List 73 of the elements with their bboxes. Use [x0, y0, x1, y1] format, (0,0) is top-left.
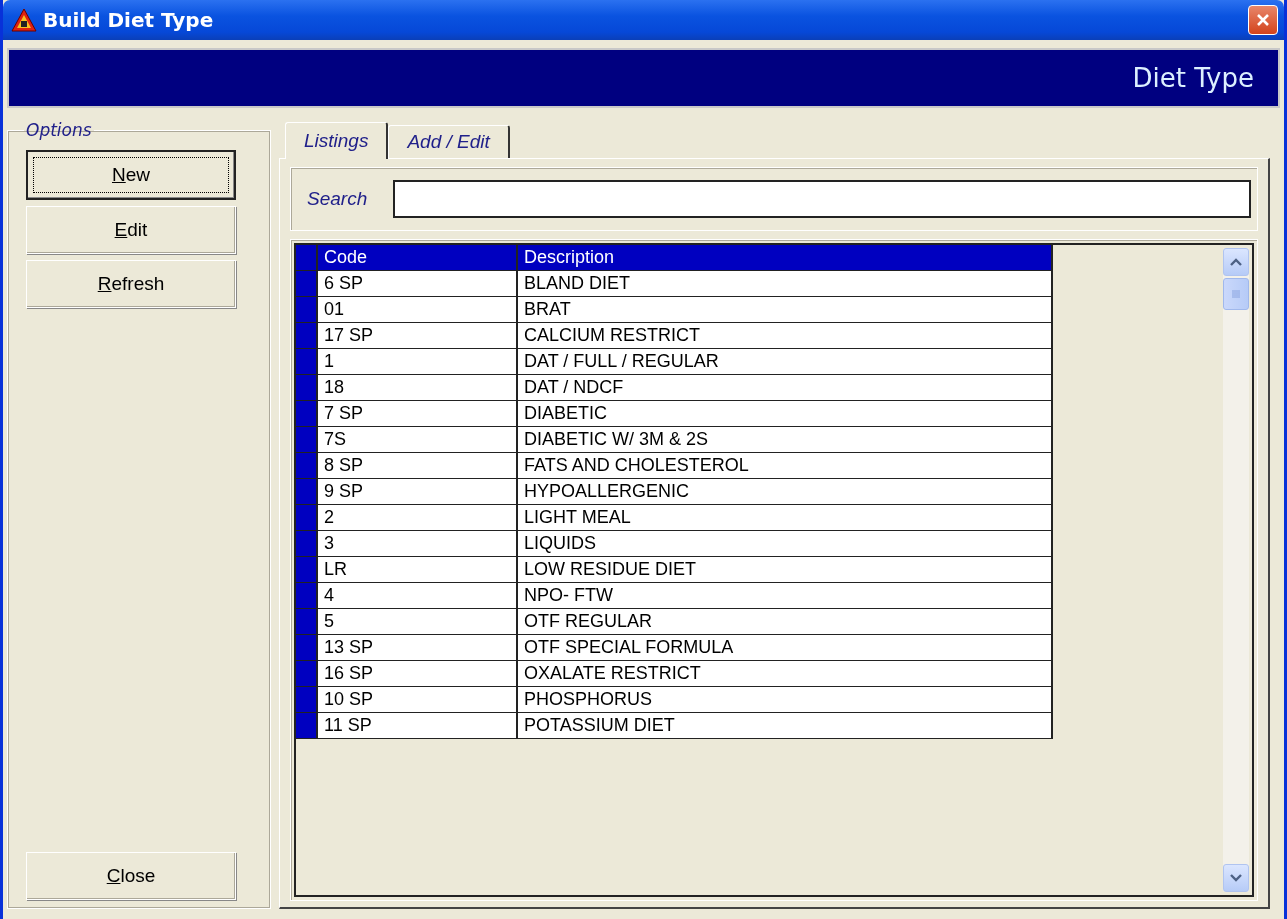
row-selector[interactable]: [296, 297, 318, 323]
table-cell: 3: [318, 531, 518, 557]
row-selector[interactable]: [296, 531, 318, 557]
row-selector[interactable]: [296, 375, 318, 401]
table-cell: 5: [318, 609, 518, 635]
table-cell: 01: [318, 297, 518, 323]
row-selector[interactable]: [296, 323, 318, 349]
scroll-up-icon[interactable]: [1223, 248, 1249, 276]
row-selector[interactable]: [296, 557, 318, 583]
table-cell: 7 SP: [318, 401, 518, 427]
table-cell: FATS AND CHOLESTEROL: [518, 453, 1053, 479]
table-cell: LIQUIDS: [518, 531, 1053, 557]
table-cell: OTF SPECIAL FORMULA: [518, 635, 1053, 661]
table-cell: 4: [318, 583, 518, 609]
table-cell: DIABETIC W/ 3M & 2S: [518, 427, 1053, 453]
option-button[interactable]: New: [26, 150, 236, 200]
row-selector[interactable]: [296, 453, 318, 479]
table-cell: LIGHT MEAL: [518, 505, 1053, 531]
table-cell: POTASSIUM DIET: [518, 713, 1053, 739]
table-cell: BRAT: [518, 297, 1053, 323]
row-selector[interactable]: [296, 661, 318, 687]
table-cell: 2: [318, 505, 518, 531]
table-cell: HYPOALLERGENIC: [518, 479, 1053, 505]
row-selector[interactable]: [296, 635, 318, 661]
table-cell: 7S: [318, 427, 518, 453]
row-selector[interactable]: [296, 401, 318, 427]
row-selector[interactable]: [296, 427, 318, 453]
row-selector[interactable]: [296, 479, 318, 505]
row-selector[interactable]: [296, 609, 318, 635]
option-button[interactable]: Refresh: [26, 260, 236, 308]
row-selector[interactable]: [296, 687, 318, 713]
search-field[interactable]: [393, 180, 1251, 218]
row-selector[interactable]: [296, 583, 318, 609]
table-cell: 16 SP: [318, 661, 518, 687]
table-cell: 11 SP: [318, 713, 518, 739]
scrollbar[interactable]: [1223, 248, 1249, 892]
table-cell: LR: [318, 557, 518, 583]
window-title: Build Diet Type: [43, 8, 215, 32]
table-cell: CALCIUM RESTRICT: [518, 323, 1053, 349]
tab[interactable]: Listings: [285, 122, 389, 159]
table-cell: PHOSPHORUS: [518, 687, 1053, 713]
scroll-down-icon[interactable]: [1223, 864, 1249, 892]
warning-icon: [11, 8, 37, 32]
table-cell: 9 SP: [318, 479, 518, 505]
scroll-thumb[interactable]: [1223, 278, 1249, 310]
table-cell: 1: [318, 349, 518, 375]
table-cell: LOW RESIDUE DIET: [518, 557, 1053, 583]
table-cell: OTF REGULAR: [518, 609, 1053, 635]
table-cell: 8 SP: [318, 453, 518, 479]
group-label: Options: [25, 120, 93, 140]
table-cell: DAT / NDCF: [518, 375, 1053, 401]
close-button[interactable]: Close: [26, 852, 236, 900]
table-cell: 10 SP: [318, 687, 518, 713]
row-selector[interactable]: [296, 505, 318, 531]
tab[interactable]: Add / Edit: [388, 125, 510, 158]
table-cell: 18: [318, 375, 518, 401]
table-cell: 13 SP: [318, 635, 518, 661]
search-label: Search: [307, 188, 368, 210]
row-selector[interactable]: [296, 713, 318, 739]
table-cell: DIABETIC: [518, 401, 1053, 427]
table-cell: NPO- FTW: [518, 583, 1053, 609]
row-selector[interactable]: [296, 271, 318, 297]
header-title: Diet Type: [1132, 63, 1254, 93]
table-cell: 17 SP: [318, 323, 518, 349]
column-header[interactable]: Description: [518, 245, 1053, 271]
table-cell: 6 SP: [318, 271, 518, 297]
table-cell: DAT / FULL / REGULAR: [518, 349, 1053, 375]
close-icon[interactable]: [1248, 5, 1278, 35]
table-cell: OXALATE RESTRICT: [518, 661, 1053, 687]
table-cell: BLAND DIET: [518, 271, 1053, 297]
row-selector[interactable]: [296, 349, 318, 375]
option-button[interactable]: Edit: [26, 206, 236, 254]
column-header[interactable]: Code: [318, 245, 518, 271]
